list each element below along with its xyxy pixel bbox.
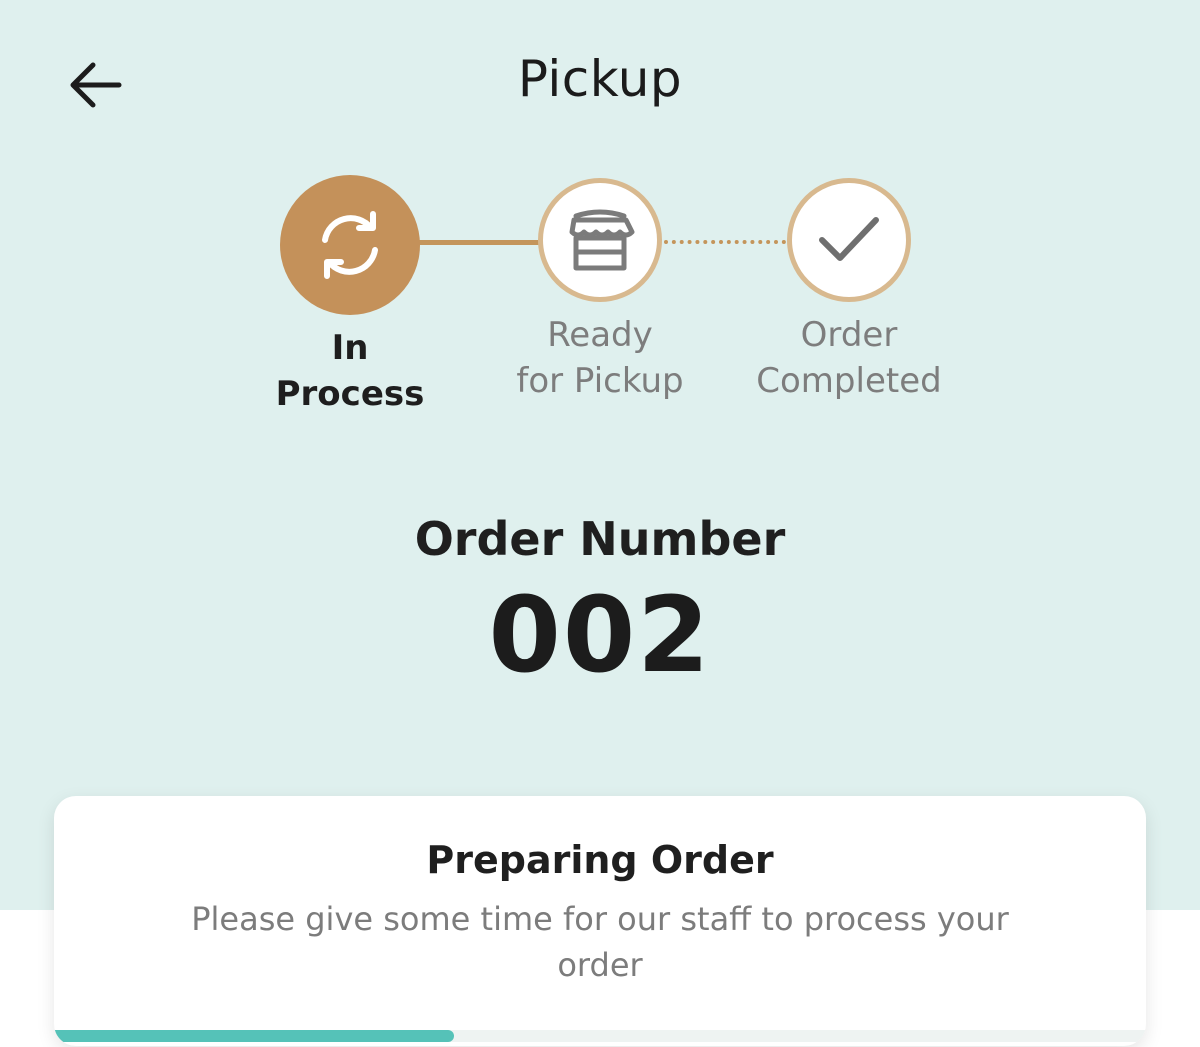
step-label-line1: In [331,328,369,368]
step-label-ready-for-pickup: Ready for Pickup [516,312,683,404]
progress-bar [54,1030,1146,1042]
page-title: Pickup [517,50,683,108]
order-number-label: Order Number [414,512,786,566]
order-number-value: 002 [488,574,712,696]
step-label-in-process: In Process [276,325,425,417]
step-in-process: In Process [220,175,480,417]
step-label-line1: Order [800,315,898,355]
check-icon [819,217,879,261]
header-background [0,0,1200,910]
step-circle-in-process [280,175,420,315]
step-label-line1: Ready [547,315,653,355]
order-status-card: Preparing Order Please give some time fo… [54,796,1146,1046]
step-label-line2: Completed [756,361,942,401]
step-circle-ready-for-pickup [538,178,662,302]
step-circle-order-completed [787,178,911,302]
status-description: Please give some time for our staff to p… [191,900,1009,984]
status-title: Preparing Order [426,838,774,882]
pickup-screen: Pickup In Process Ready for Pickup Order… [0,0,1200,1047]
refresh-icon [322,211,378,279]
step-ready-for-pickup: Ready for Pickup [470,175,730,404]
step-label-line2: for Pickup [516,361,684,401]
store-icon [569,209,635,271]
step-label-line2: Process [275,374,425,414]
progress-bar-fill [54,1030,454,1042]
step-order-completed: Order Completed [719,175,979,404]
step-label-order-completed: Order Completed [756,312,941,404]
